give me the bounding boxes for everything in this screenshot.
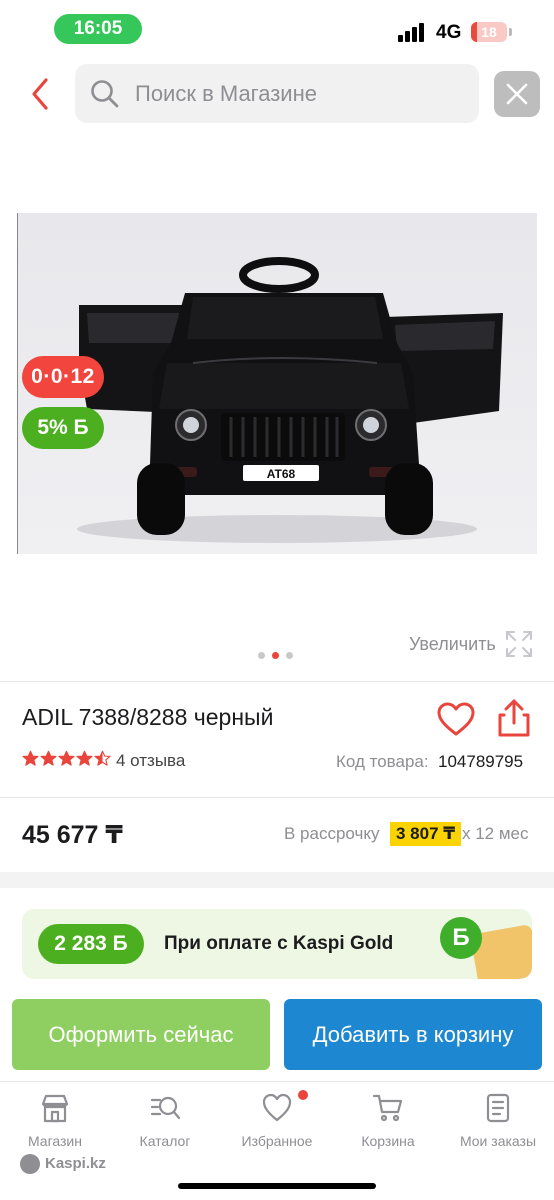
- star-icon: [58, 750, 75, 766]
- installment-term: x 12 мес: [462, 824, 529, 843]
- battery-icon: 18: [471, 22, 507, 42]
- expand-icon[interactable]: [505, 630, 533, 658]
- catalog-icon: [150, 1096, 181, 1120]
- buy-now-button[interactable]: Оформить сейчас: [12, 999, 270, 1070]
- nav-label: Мои заказы: [459, 1133, 537, 1149]
- battery-tip: [509, 28, 512, 36]
- promo-text: При оплате с Kaspi Gold: [164, 933, 394, 954]
- brand-text: Kaspi.kz: [45, 1155, 106, 1172]
- product-code-label: Код товара:: [336, 752, 429, 771]
- reviews-link[interactable]: 4 отзыва: [116, 751, 185, 771]
- product-code-value: 104789795: [438, 752, 524, 771]
- notification-dot: [298, 1090, 308, 1100]
- search-icon: [91, 80, 119, 108]
- installment-badge: 0·0·12: [22, 356, 104, 398]
- bonus-amount: 2 283 Б: [38, 924, 144, 964]
- share-icon[interactable]: [496, 698, 532, 738]
- nav-label: Корзина: [361, 1133, 415, 1149]
- nav-label: Избранное: [241, 1133, 313, 1149]
- close-icon: [506, 83, 528, 105]
- close-button[interactable]: [494, 71, 540, 117]
- kaspi-gold-promo[interactable]: 2 283 Б При оплате с Kaspi Gold Б: [22, 909, 532, 979]
- zoom-label[interactable]: Увеличить: [409, 634, 496, 655]
- bonus-coin-icon: Б: [440, 917, 482, 959]
- orders-icon: [486, 1093, 510, 1123]
- network-type: 4G: [436, 22, 462, 43]
- image-edge: [17, 213, 18, 554]
- status-time: 16:05: [54, 14, 142, 44]
- chevron-left-icon: [32, 78, 48, 110]
- star-icon: [22, 750, 39, 766]
- signal-icon: [398, 22, 428, 42]
- nav-item-cart[interactable]: Корзина: [333, 1082, 443, 1162]
- installment-label: В рассрочку: [284, 824, 380, 843]
- search-input[interactable]: Поиск в Магазине: [75, 64, 479, 123]
- divider: [0, 797, 554, 798]
- nav-label: Каталог: [139, 1133, 191, 1149]
- nav-item-catalog[interactable]: Каталог: [110, 1082, 220, 1162]
- installment-value: 3 807 ₸: [390, 822, 462, 846]
- heart-icon: [262, 1093, 292, 1122]
- add-to-cart-button[interactable]: Добавить в корзину: [284, 999, 542, 1070]
- product-price: 45 677 ₸: [22, 821, 123, 849]
- back-button[interactable]: [24, 74, 60, 114]
- pagination-dot[interactable]: [272, 652, 279, 659]
- divider: [0, 681, 554, 682]
- section-divider: [0, 872, 554, 888]
- cart-icon: [372, 1094, 403, 1122]
- nav-label: Магазин: [27, 1133, 82, 1149]
- product-title: ADIL 7388/8288 черный: [22, 704, 274, 730]
- plate-text: AT68: [267, 467, 296, 481]
- kaspi-logo-icon: [20, 1154, 40, 1174]
- pagination-dot[interactable]: [286, 652, 293, 659]
- nav-item-orders[interactable]: Мои заказы: [443, 1082, 553, 1162]
- favorite-heart-icon[interactable]: [436, 700, 476, 740]
- battery-level: 18: [481, 24, 497, 40]
- pagination-dot[interactable]: [258, 652, 265, 659]
- status-bar: 16:05 4G 18: [0, 0, 554, 60]
- nav-item-shop[interactable]: Магазин: [0, 1082, 110, 1162]
- shop-icon: [41, 1094, 69, 1123]
- star-icon: [76, 750, 93, 766]
- star-icon: [40, 750, 57, 766]
- nav-item-favorites[interactable]: Избранное: [222, 1082, 332, 1162]
- bonus-badge: 5% Б: [22, 407, 104, 449]
- home-indicator: [178, 1183, 376, 1189]
- star-icon: [94, 750, 111, 766]
- search-placeholder: Поиск в Магазине: [135, 81, 317, 106]
